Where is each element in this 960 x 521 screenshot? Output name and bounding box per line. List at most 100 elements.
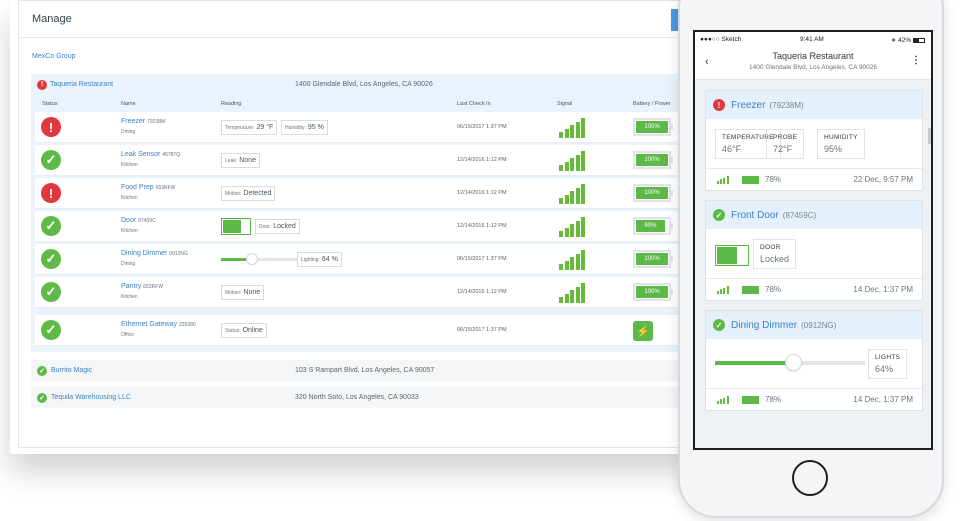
metric-value: 72°F <box>773 144 793 154</box>
signal-bar <box>559 198 563 204</box>
lights-slider[interactable] <box>715 354 865 371</box>
status-bar: ●●●○○ Sketch 9:41 AM ∗ 42% <box>695 32 931 46</box>
carrier-text: ●●●○○ Sketch <box>700 36 742 43</box>
device-name[interactable]: Freezer 79238M <box>121 118 165 125</box>
device-name-text[interactable]: Food Prep <box>121 184 154 191</box>
device-name[interactable]: Food Prep 653RFW <box>121 184 175 191</box>
checkmark-icon: ✓ <box>41 216 61 236</box>
reading-value: 95 % <box>307 124 324 131</box>
device-name[interactable]: Ethernet Gateway 235380 <box>121 321 196 328</box>
location-name[interactable]: Taqueria Restaurant <box>50 81 113 88</box>
last-check-in: 12/14/2016 1:12 PM <box>457 157 507 163</box>
reading-value: 29 °F <box>256 124 274 131</box>
checkmark-icon: ✓ <box>713 209 725 221</box>
slider-knob[interactable] <box>785 354 802 371</box>
reading-label: Humidity: <box>285 124 306 131</box>
reading-value: Locked <box>273 223 296 230</box>
card-device-name[interactable]: Freezer <box>731 100 765 111</box>
device-name[interactable]: Leak Sensor 45787Q <box>121 151 180 158</box>
signal-bar <box>564 293 569 303</box>
battery-indicator: 100% <box>633 118 673 136</box>
reading-box: Motion: Detected <box>221 186 276 201</box>
location-row-burrito-magic[interactable]: ✓ Burrito Magic 103 S Rampart Blvd, Los … <box>31 360 697 381</box>
device-name-text[interactable]: Pantry <box>121 283 141 290</box>
col-name: Name <box>121 101 136 107</box>
signal-bar <box>570 290 574 303</box>
phone-frame: ●●●○○ Sketch 9:41 AM ∗ 42% ‹ Taqueria Re… <box>678 0 944 518</box>
door-toggle[interactable] <box>715 245 749 266</box>
signal-bar <box>564 194 569 204</box>
signal-bar <box>723 397 726 404</box>
last-check-in: 06/15/2017 1:37 PM <box>457 124 507 130</box>
device-name[interactable]: Pantry 653RFW <box>121 283 163 290</box>
card-device-name[interactable]: Front Door <box>731 210 779 221</box>
battery-indicator: 100% <box>633 151 673 169</box>
reading-label: Motion: <box>225 289 242 296</box>
table-row[interactable]: ✓ Leak Sensor 45787Q Kitchen Leak: None 12/14/… <box>35 145 697 176</box>
signal-bars-icon <box>559 283 585 303</box>
reading-box: Status: Online <box>221 323 267 338</box>
door-toggle[interactable] <box>221 218 251 235</box>
table-row[interactable]: ! Freezer 79238M Dining Temperature: 29 °F Hum… <box>35 112 697 143</box>
metric-box: LIGHTS 64% <box>868 349 908 379</box>
metric-box: PROBE 72°F <box>766 129 805 159</box>
signal-bar <box>720 179 723 184</box>
table-row[interactable]: ✓ Door 87459C Kitchen Door: Locked 12/14/2016 … <box>35 211 697 242</box>
metric-value: 95% <box>824 144 843 154</box>
scrollbar[interactable] <box>928 128 931 144</box>
signal-bar <box>723 177 726 184</box>
metric-value: 64% <box>875 364 894 374</box>
signal-bar <box>723 287 726 294</box>
device-name-text[interactable]: Freezer <box>121 118 145 125</box>
checkmark-icon: ✓ <box>713 319 725 331</box>
signal-bar <box>564 128 569 138</box>
location-address: 103 S Rampart Blvd, Los Angeles, CA 9005… <box>295 367 435 374</box>
group-link[interactable]: MexCo Group <box>32 53 76 60</box>
device-name-text[interactable]: Leak Sensor <box>121 151 160 158</box>
lighting-slider[interactable] <box>221 253 301 265</box>
card-device-name[interactable]: Dining Dimmer <box>731 320 797 331</box>
card-header[interactable]: ! Freezer (79238M) <box>706 91 922 119</box>
location-header[interactable]: ! Taqueria Restaurant 1400 Glendale Blvd… <box>31 74 697 95</box>
battery-indicator: 100% <box>633 250 673 268</box>
device-name-text[interactable]: Door <box>121 217 136 224</box>
slider-knob[interactable] <box>245 253 258 265</box>
battery-status: ∗ 42% <box>891 36 925 44</box>
signal-bar <box>559 165 563 171</box>
device-name[interactable]: Door 87459C <box>121 217 156 224</box>
reading-box: Motion: None <box>221 285 265 300</box>
table-row[interactable]: ! Food Prep 653RFW Kitchen Motion: Detected 12… <box>35 178 697 209</box>
exclamation-icon: ! <box>713 99 725 111</box>
device-sku: 79238M <box>147 119 166 125</box>
checkmark-icon: ✓ <box>37 392 47 403</box>
signal-bar <box>575 121 580 138</box>
reading-value: Online <box>242 327 263 334</box>
home-button[interactable] <box>792 460 828 496</box>
device-card[interactable]: ! Freezer (79238M) TEMPERATURE 46°F PROBE 72°F… <box>705 90 923 191</box>
table-row[interactable]: ✓ Ethernet Gateway 235380 Office Status: Onli… <box>35 315 697 346</box>
exclamation-icon: ! <box>41 117 61 137</box>
card-header[interactable]: ✓ Dining Dimmer (0912NG) <box>706 311 922 339</box>
device-name-text[interactable]: Ethernet Gateway <box>121 321 177 328</box>
device-name[interactable]: Dining Dimmer 0912NG <box>121 250 188 257</box>
reading-label: Leak: <box>225 157 238 164</box>
bluetooth-icon: ∗ <box>890 37 897 44</box>
location-name[interactable]: Burrito Magic <box>51 367 92 374</box>
signal-bars-icon <box>717 395 731 404</box>
device-card[interactable]: ✓ Dining Dimmer (0912NG) LIGHTS 64% 78% 14 Dec… <box>705 310 923 411</box>
more-vertical-icon[interactable]: ⋮ <box>911 55 921 66</box>
device-name-text[interactable]: Dining Dimmer <box>121 250 167 257</box>
location-address: 320 North Soto, Los Angeles, CA 90033 <box>295 394 419 401</box>
location-row-tequila-warehousing[interactable]: ✓ Tequila Warehousing LLC 320 North Soto… <box>31 387 697 408</box>
signal-bar <box>720 289 723 294</box>
table-row[interactable]: ✓ Dining Dimmer 0912NG Dining Lighting: 64 % 0… <box>35 244 697 275</box>
location-name[interactable]: Tequila Warehousing LLC <box>51 394 131 401</box>
signal-bar <box>581 217 585 237</box>
checkmark-icon: ✓ <box>41 282 61 302</box>
reading-value: 64 % <box>321 256 338 263</box>
battery-icon <box>742 176 759 184</box>
card-header[interactable]: ✓ Front Door (87459C) <box>706 201 922 229</box>
device-card[interactable]: ✓ Front Door (87459C) DOOR Locked 78% 14 Dec, … <box>705 200 923 301</box>
checkmark-icon: ✓ <box>41 249 61 269</box>
table-row[interactable]: ✓ Pantry 653RFW Kitchen Motion: None 12/14/201… <box>35 277 697 308</box>
